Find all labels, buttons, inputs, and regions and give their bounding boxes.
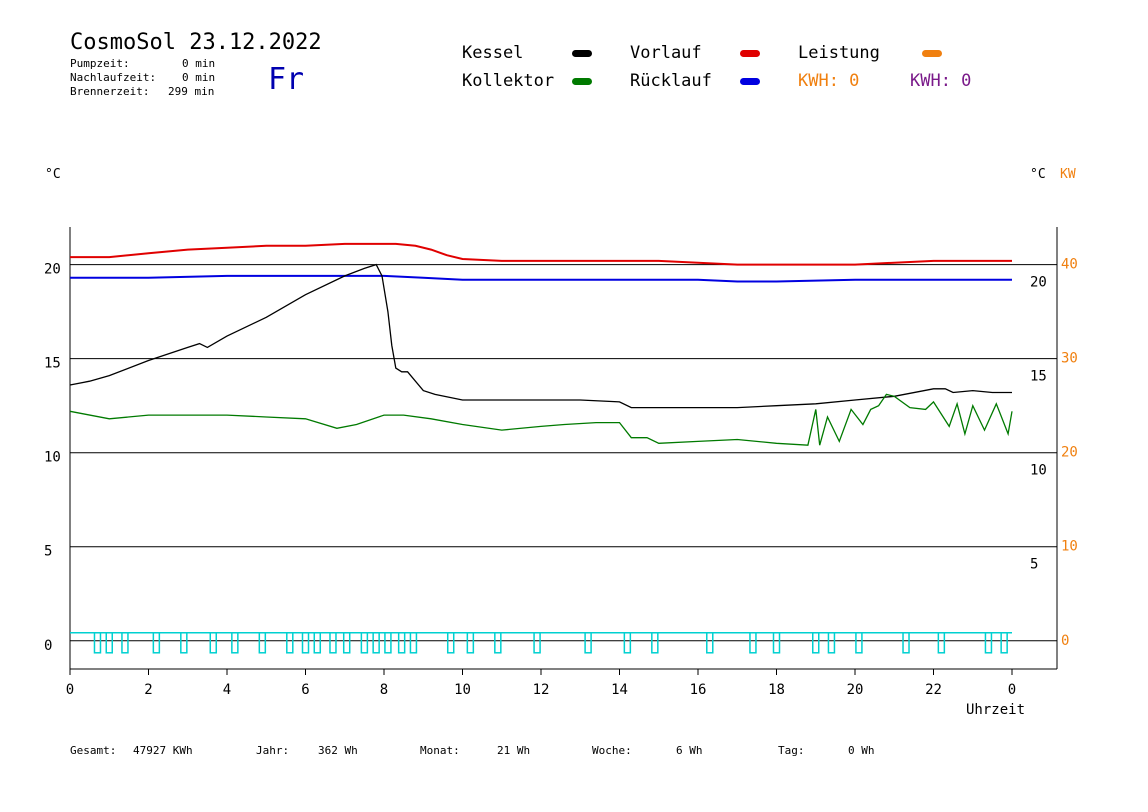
pump-pulse: [342, 632, 351, 654]
pump-pulse: [105, 632, 113, 654]
x-tick-label: 12: [533, 682, 550, 698]
pump-pulse: [152, 632, 161, 654]
pump-pulse: [329, 632, 337, 654]
pump-pulse: [409, 632, 418, 654]
x-tick-label: 16: [690, 682, 707, 698]
footer-tag-label: Tag:: [778, 744, 805, 757]
pump-pulse: [494, 632, 502, 654]
pump-pulse: [855, 632, 863, 654]
pump-pulse: [286, 632, 294, 654]
x-tick-label: 8: [380, 682, 388, 698]
pump-pulse: [772, 632, 781, 654]
pump-pulse: [984, 632, 993, 654]
pump-pulse: [93, 632, 102, 654]
x-tick-label: 14: [611, 682, 628, 698]
x-tick-label: 0: [1008, 682, 1016, 698]
pump-pulse: [121, 632, 129, 654]
y-tick-kw: 40: [1061, 257, 1078, 273]
footer-tag-value: 0 Wh: [848, 744, 875, 757]
series-line-kollektor: [69, 393, 1013, 446]
y-tick-kw: 30: [1061, 351, 1078, 367]
x-tick-label: 10: [454, 682, 471, 698]
pump-pulse: [180, 632, 188, 654]
pump-pulse: [937, 632, 946, 654]
y-tick-left: 0: [44, 638, 52, 654]
pump-pulse: [466, 632, 475, 654]
footer-gesamt-label: Gesamt:: [70, 744, 117, 757]
footer-woche-value: 6 Wh: [676, 744, 703, 757]
pump-pulse: [1000, 632, 1008, 654]
y-tick-left: 10: [44, 450, 61, 466]
y-axis-right-unit: °C: [1030, 167, 1046, 182]
y-tick-kw: 20: [1061, 445, 1078, 461]
pump-pulse: [397, 632, 406, 654]
pump-pulse: [301, 632, 310, 654]
y-tick-kw: 0: [1061, 633, 1069, 649]
x-tick-label: 6: [301, 682, 309, 698]
pump-pulse: [584, 632, 592, 654]
x-tick-label: 18: [768, 682, 785, 698]
pump-pulse: [827, 632, 836, 654]
footer-monat-value: 21 Wh: [497, 744, 531, 757]
pump-pulse: [902, 632, 910, 654]
series-line-kessel: [69, 263, 1012, 409]
pump-pulse: [313, 632, 322, 654]
y-tick-kw: 10: [1061, 539, 1078, 555]
pump-pulse: [446, 632, 455, 654]
series-line-ruecklauf: [70, 274, 1012, 283]
pump-pulse: [812, 632, 820, 654]
y-tick-right: 10: [1030, 463, 1047, 479]
x-axis-label: Uhrzeit: [966, 702, 1025, 718]
footer-jahr-label: Jahr:: [256, 744, 290, 757]
pump-pulse: [651, 632, 659, 654]
pump-pulse: [706, 632, 714, 654]
footer-jahr-value: 362 Wh: [318, 744, 358, 757]
temperature-chart: °C °C KW Uhrzeit 0 05 1010 2015 3020 40510152…: [44, 167, 1078, 718]
pump-pulse: [231, 632, 239, 654]
pump-pulse: [749, 632, 757, 654]
x-tick-label: 20: [847, 682, 864, 698]
y-tick-right: 15: [1030, 369, 1047, 385]
y-tick-left: 5: [44, 544, 52, 560]
y-axis-left-unit: °C: [45, 167, 61, 182]
y-axis-kw-unit: KW: [1060, 167, 1076, 182]
pump-pulse: [623, 632, 632, 654]
pump-pulse: [533, 632, 541, 654]
pump-pulse: [372, 632, 380, 654]
x-tick-label: 22: [925, 682, 942, 698]
x-tick-label: 0: [66, 682, 74, 698]
footer-woche-label: Woche:: [592, 744, 632, 757]
footer-gesamt-value: 47927 KWh: [133, 744, 193, 757]
pump-pulse: [384, 632, 392, 654]
y-tick-right: 20: [1030, 275, 1047, 291]
series-line-vorlauf: [70, 242, 1012, 266]
y-tick-left: 20: [44, 262, 61, 278]
pump-pulse: [360, 632, 369, 654]
pump-pulse: [209, 632, 218, 654]
y-tick-left: 15: [44, 356, 61, 372]
pump-pulse: [258, 632, 267, 654]
y-tick-right: 5: [1030, 557, 1038, 573]
x-tick-label: 2: [144, 682, 152, 698]
x-tick-label: 4: [223, 682, 231, 698]
footer-monat-label: Monat:: [420, 744, 460, 757]
